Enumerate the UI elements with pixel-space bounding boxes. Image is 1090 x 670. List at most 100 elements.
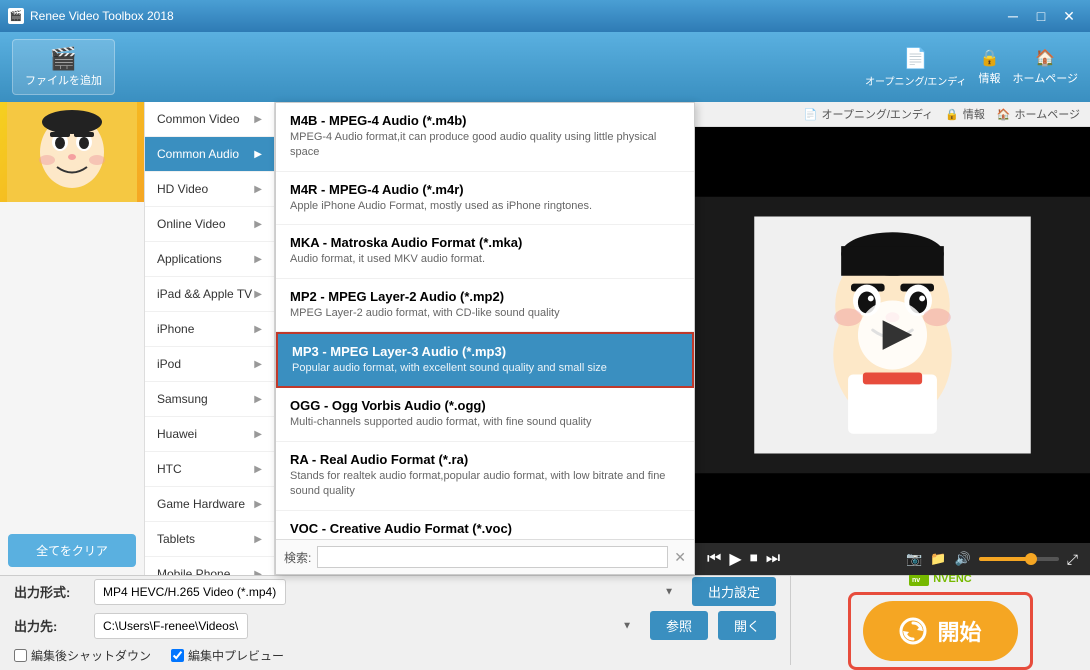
chevron-right-icon: ▶ <box>254 324 262 335</box>
menu-item-samsung[interactable]: Samsung ▶ <box>145 382 274 417</box>
chevron-right-icon: ▶ <box>254 289 262 300</box>
maximize-button[interactable]: □ <box>1028 6 1054 26</box>
chevron-right-icon: ▶ <box>254 464 262 475</box>
format-list[interactable]: M4B - MPEG-4 Audio (*.m4b) MPEG-4 Audio … <box>276 103 694 539</box>
app-title: Renee Video Toolbox 2018 <box>30 9 1000 23</box>
play-button[interactable]: ▶ <box>729 549 741 569</box>
search-label: 検索: <box>284 549 311 566</box>
menu-item-htc[interactable]: HTC ▶ <box>145 452 274 487</box>
format-m4r[interactable]: M4R - MPEG-4 Audio (*.m4r) Apple iPhone … <box>276 172 694 225</box>
shutdown-checkbox[interactable] <box>14 649 27 662</box>
menu-item-online-video[interactable]: Online Video ▶ <box>145 207 274 242</box>
output-format-select-wrap: MP4 HEVC/H.265 Video (*.mp4) <box>94 579 682 605</box>
search-bar: 検索: ✕ <box>276 539 694 574</box>
titlebar: 🎬 Renee Video Toolbox 2018 ─ □ ✕ <box>0 0 1090 32</box>
format-mp3[interactable]: MP3 - MPEG Layer-3 Audio (*.mp3) Popular… <box>276 332 694 388</box>
menu-item-ipad[interactable]: iPad && Apple TV ▶ <box>145 277 274 312</box>
start-button[interactable]: 開始 <box>863 601 1017 661</box>
skip-forward-button[interactable]: ⏭ <box>766 550 780 568</box>
shutdown-label: 編集後シャットダウン <box>31 647 151 664</box>
video-top-bar: 📄 オープニング/エンディ 🔒 情報 🏠 ホームページ <box>695 102 1090 127</box>
chevron-right-icon: ▶ <box>254 184 262 195</box>
search-input[interactable] <box>317 546 668 568</box>
browse-button[interactable]: 参照 <box>650 611 708 640</box>
chevron-right-icon: ▶ <box>254 499 262 510</box>
opening-button[interactable]: 📄 オープニング/エンディ <box>865 46 966 88</box>
menu-item-common-video[interactable]: Common Video ▶ <box>145 102 274 137</box>
menu-item-tablets[interactable]: Tablets ▶ <box>145 522 274 557</box>
format-dropdown: M4B - MPEG-4 Audio (*.m4b) MPEG-4 Audio … <box>275 102 695 575</box>
menu-item-mobile-phone[interactable]: Mobile Phone ▶ <box>145 557 274 575</box>
output-dest-select-wrap: C:\Users\F-renee\Videos\ <box>94 613 640 639</box>
main-toolbar: 🎬 ファイルを追加 📄 オープニング/エンディ 🔒 情報 🏠 ホームページ <box>0 32 1090 102</box>
add-file-button[interactable]: 🎬 ファイルを追加 <box>12 39 115 95</box>
thumbnail-image <box>0 102 144 202</box>
info-button[interactable]: 🔒 情報 <box>979 48 1001 86</box>
open-button[interactable]: 開く <box>718 611 776 640</box>
start-label: 開始 <box>937 615 981 647</box>
camera-button[interactable]: 📷 <box>906 551 922 567</box>
chevron-right-icon: ▶ <box>254 359 262 370</box>
menu-item-common-audio[interactable]: Common Audio ▶ <box>145 137 274 172</box>
chevron-right-icon: ▶ <box>254 219 262 230</box>
menu-item-hd-video[interactable]: HD Video ▶ <box>145 172 274 207</box>
toolbar-right-area: 📄 オープニング/エンディ 🔒 情報 🏠 ホームページ <box>865 46 1078 88</box>
home-top-button[interactable]: 🏠 ホームページ <box>997 106 1080 122</box>
preview-checkbox[interactable] <box>171 649 184 662</box>
output-format-select[interactable]: MP4 HEVC/H.265 Video (*.mp4) <box>94 579 286 605</box>
search-clear-button[interactable]: ✕ <box>674 549 686 566</box>
svg-text:nv: nv <box>912 577 920 584</box>
left-bottom-buttons: 全てをクリア <box>0 202 144 575</box>
volume-button[interactable]: 🔊 <box>955 551 971 567</box>
output-settings-button[interactable]: 出力設定 <box>692 577 776 606</box>
chevron-right-icon: ▶ <box>254 394 262 405</box>
start-button-container: 開始 <box>848 592 1032 670</box>
folder-button[interactable]: 📁 <box>930 551 946 567</box>
menu-item-huawei[interactable]: Huawei ▶ <box>145 417 274 452</box>
format-mka[interactable]: MKA - Matroska Audio Format (*.mka) Audi… <box>276 225 694 278</box>
menu-item-applications[interactable]: Applications ▶ <box>145 242 274 277</box>
home-button[interactable]: 🏠 ホームページ <box>1013 48 1078 86</box>
expand-button[interactable]: ⤢ <box>1067 551 1078 568</box>
output-dest-row: 出力先: C:\Users\F-renee\Videos\ 参照 開く <box>14 611 776 640</box>
menu-item-game-hardware[interactable]: Game Hardware ▶ <box>145 487 274 522</box>
format-voc[interactable]: VOC - Creative Audio Format (*.voc) Audi… <box>276 511 694 539</box>
minimize-button[interactable]: ─ <box>1000 6 1026 26</box>
home-icon: 🏠 <box>997 108 1011 121</box>
refresh-icon <box>899 617 927 645</box>
volume-slider[interactable] <box>979 557 1059 561</box>
preview-checkbox-label[interactable]: 編集中プレビュー <box>171 647 284 664</box>
close-button[interactable]: ✕ <box>1056 6 1082 26</box>
video-controls: ⏮ ▶ ⏹ ⏭ 📷 📁 🔊 ⤢ <box>695 543 1090 575</box>
format-mp2[interactable]: MP2 - MPEG Layer-2 Audio (*.mp2) MPEG La… <box>276 279 694 332</box>
chevron-right-icon: ▶ <box>254 254 262 265</box>
output-format-row: 出力形式: MP4 HEVC/H.265 Video (*.mp4) 出力設定 <box>14 577 776 606</box>
format-ogg[interactable]: OGG - Ogg Vorbis Audio (*.ogg) Multi-cha… <box>276 388 694 441</box>
chevron-right-icon: ▶ <box>254 149 262 160</box>
clear-all-button[interactable]: 全てをクリア <box>8 534 136 567</box>
skip-back-button[interactable]: ⏮ <box>707 550 721 568</box>
output-dest-label: 出力先: <box>14 616 84 635</box>
file-thumbnail <box>0 102 144 202</box>
output-format-label: 出力形式: <box>14 582 84 601</box>
output-settings: 出力形式: MP4 HEVC/H.265 Video (*.mp4) 出力設定 … <box>0 576 790 665</box>
output-dest-select[interactable]: C:\Users\F-renee\Videos\ <box>94 613 248 639</box>
start-area: nv NVENC 開始 <box>790 576 1090 665</box>
format-ra[interactable]: RA - Real Audio Format (*.ra) Stands for… <box>276 442 694 511</box>
chevron-right-icon: ▶ <box>254 569 262 576</box>
menu-item-iphone[interactable]: iPhone ▶ <box>145 312 274 347</box>
menu-item-ipod[interactable]: iPod ▶ <box>145 347 274 382</box>
stop-button[interactable]: ⏹ <box>750 550 758 568</box>
app-icon: 🎬 <box>8 8 24 24</box>
category-menu: Common Video ▶ Common Audio ▶ HD Video ▶… <box>145 102 275 575</box>
right-panel: 📄 オープニング/エンディ 🔒 情報 🏠 ホームページ <box>695 102 1090 575</box>
lock-icon: 🔒 <box>945 108 959 121</box>
chevron-right-icon: ▶ <box>254 114 262 125</box>
bottom-area: 出力形式: MP4 HEVC/H.265 Video (*.mp4) 出力設定 … <box>0 575 1090 665</box>
shutdown-checkbox-label[interactable]: 編集後シャットダウン <box>14 647 151 664</box>
opening-top-button[interactable]: 📄 オープニング/エンディ <box>804 106 933 122</box>
format-m4b[interactable]: M4B - MPEG-4 Audio (*.m4b) MPEG-4 Audio … <box>276 103 694 172</box>
left-panel: 全てをクリア <box>0 102 145 575</box>
info-top-button[interactable]: 🔒 情報 <box>945 106 985 122</box>
opening-icon: 📄 <box>804 108 818 121</box>
